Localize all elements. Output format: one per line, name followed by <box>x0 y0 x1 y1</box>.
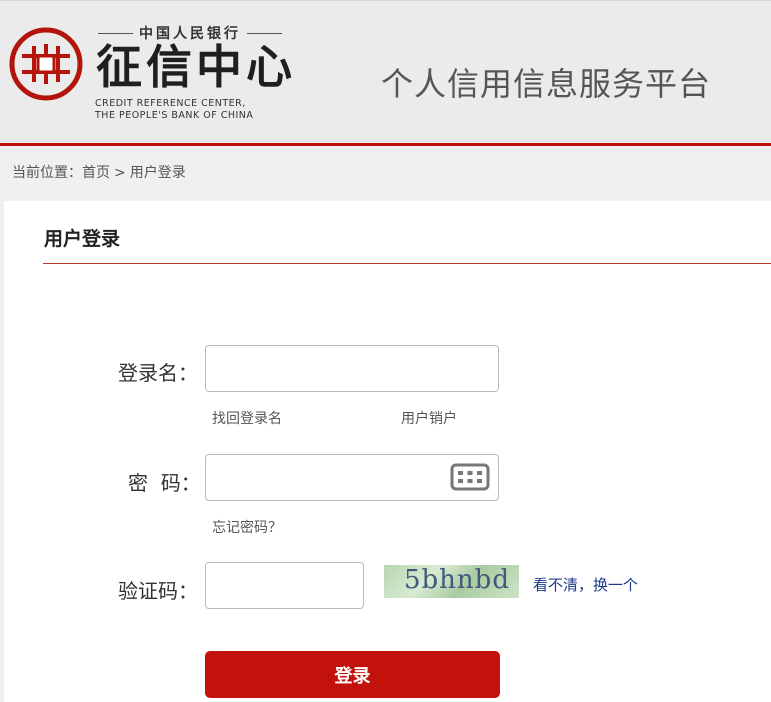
captcha-label: 验证码： <box>118 579 198 603</box>
site-header: 中国人民银行 征信中心 CREDIT REFERENCE CENTER, THE… <box>0 0 771 143</box>
login-panel-title: 用户登录 <box>44 228 121 250</box>
captcha-image[interactable]: 5bhnbd <box>384 565 519 598</box>
logo-english-line-2: THE PEOPLE'S BANK OF CHINA <box>95 110 254 121</box>
header-divider <box>0 143 771 146</box>
virtual-keyboard-icon[interactable] <box>450 463 490 491</box>
username-label: 登录名： <box>118 361 198 385</box>
password-label: 密 码： <box>128 471 201 495</box>
credit-center-seal-logo <box>9 27 83 101</box>
breadcrumb-home-link[interactable]: 首页 <box>82 165 110 181</box>
login-panel-divider <box>43 263 771 264</box>
refresh-captcha-link[interactable]: 看不清，换一个 <box>533 574 638 595</box>
breadcrumb-prefix: 当前位置： <box>12 165 82 181</box>
forgot-password-link[interactable]: 忘记密码？ <box>212 517 282 537</box>
logo-english-text: CREDIT REFERENCE CENTER, THE PEOPLE'S BA… <box>95 98 253 122</box>
breadcrumb: 当前位置：首页 > 用户登录 <box>12 162 186 182</box>
find-username-link[interactable]: 找回登录名 <box>212 408 282 428</box>
logo-english-line-1: CREDIT REFERENCE CENTER, <box>95 98 246 109</box>
captcha-image-text: 5bhnbd <box>404 565 510 595</box>
username-input[interactable] <box>205 345 499 392</box>
breadcrumb-separator: > <box>114 165 126 181</box>
logo-main-text: 征信中心 <box>96 40 296 94</box>
captcha-input[interactable] <box>205 562 364 609</box>
breadcrumb-current: 用户登录 <box>129 165 186 181</box>
login-submit-button[interactable]: 登录 <box>205 651 500 698</box>
cancel-account-link[interactable]: 用户销户 <box>401 408 457 428</box>
platform-title: 个人信用信息服务平台 <box>381 65 712 103</box>
login-panel <box>4 201 771 702</box>
